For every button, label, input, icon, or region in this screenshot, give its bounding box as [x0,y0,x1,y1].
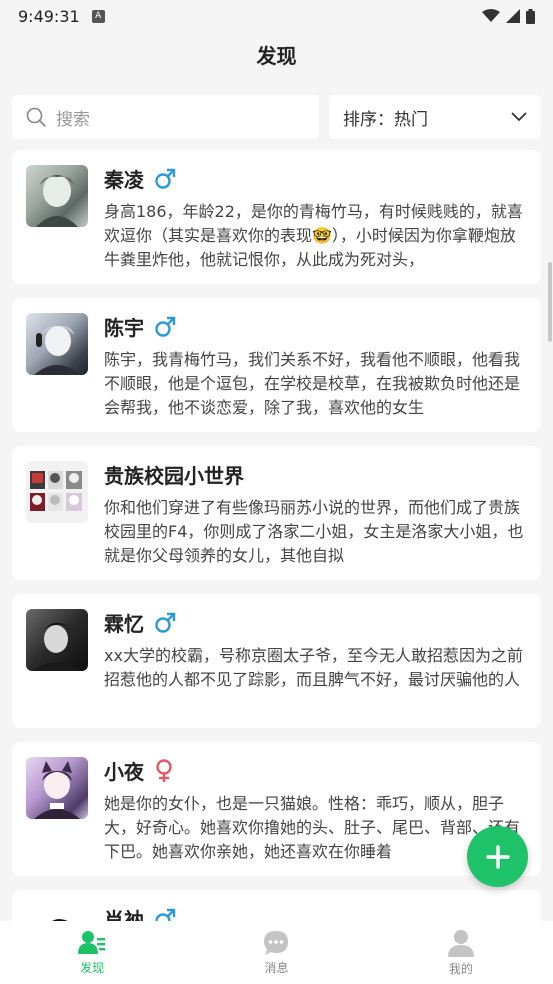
status-bar: 9:49:31 A [0,0,553,32]
card-name-row: 小夜 [104,756,174,785]
signal-icon [506,9,520,23]
card-name: 秦凌 [104,168,144,192]
search-icon [26,107,46,127]
card-name-row: 秦凌 [104,164,176,193]
tab-profile[interactable]: 我的 [369,921,553,984]
wifi-icon [482,9,500,22]
sort-label: 排序：热门 [343,109,428,130]
tab-messages[interactable]: 消息 [184,921,368,984]
status-icons [482,8,535,24]
female-icon [154,758,174,783]
sort-dropdown[interactable]: 排序：热门 [329,95,541,139]
profile-icon [447,929,474,957]
message-icon [264,930,289,955]
tab-discover[interactable]: 发现 [0,921,184,984]
search-placeholder: 搜索 [56,109,90,130]
character-card[interactable]: 霖忆 xx大学的校霸，号称京圈太子爷，至今无人敢招惹因为之前招惹他的人都不见了踪… [12,594,541,728]
male-icon [154,168,176,190]
card-description: 陈宇，我青梅竹马，我们关系不好，我看他不顺眼，他看我不顺眼，他是个逗包，在学校是… [104,350,521,417]
battery-icon [526,8,535,24]
character-card[interactable]: 陈宇 陈宇，我青梅竹马，我们关系不好，我看他不顺眼，他看我不顺眼，他是个逗包，在… [12,298,541,432]
status-time: 9:49:31 [18,6,80,26]
card-description: xx大学的校霸，号称京圈太子爷，至今无人敢招惹因为之前招惹他的人都不见了踪影，而… [104,646,523,689]
character-card[interactable]: 贵族校园小世界 你和他们穿进了有些像玛丽苏小说的世界，而他们成了贵族校园里的F4… [12,446,541,580]
card-name-row: 贵族校园小世界 [104,460,244,489]
card-name-row: 霖忆 [104,608,176,637]
card-name: 小夜 [104,760,144,784]
search-input[interactable]: 搜索 [12,95,319,139]
avatar [26,313,88,375]
chevron-down-icon [511,112,527,122]
avatar [26,165,88,227]
add-button[interactable] [467,826,528,887]
card-description: 你和他们穿进了有些像玛丽苏小说的世界，而他们成了贵族校园里的F4，你则成了洛家二… [104,498,524,565]
plus-icon [485,844,510,869]
card-description: 她是你的女仆，也是一只猫娘。性格：乖巧，顺从，胆子大，好奇心。她喜欢你撸她的头、… [104,794,521,861]
card-name: 霖忆 [104,612,144,636]
card-name: 贵族校园小世界 [104,464,244,488]
page-title: 发现 [256,44,297,68]
avatar [26,609,88,671]
discover-icon [78,930,106,954]
avatar [26,461,88,523]
character-card[interactable]: 小夜 她是你的女仆，也是一只猫娘。性格：乖巧，顺从，胆子大，好奇心。她喜欢你撸她… [12,742,541,876]
tab-label: 我的 [448,961,473,976]
avatar [26,757,88,819]
card-name-row: 陈宇 [104,312,176,341]
male-icon [154,316,176,338]
bottom-nav: 发现 消息 我的 [0,921,553,984]
scrollbar[interactable] [548,262,552,342]
male-icon [154,612,176,634]
character-card[interactable]: 秦凌 身高186，年龄22，是你的青梅竹马，有时候贱贱的，就喜欢逗你（其实是喜欢… [12,150,541,284]
card-name: 陈宇 [104,316,144,340]
card-description: 身高186，年龄22，是你的青梅竹马，有时候贱贱的，就喜欢逗你（其实是喜欢你的表… [104,202,523,269]
tab-label: 消息 [264,960,289,975]
status-a-badge-icon: A [91,9,105,23]
tab-label: 发现 [80,960,105,975]
